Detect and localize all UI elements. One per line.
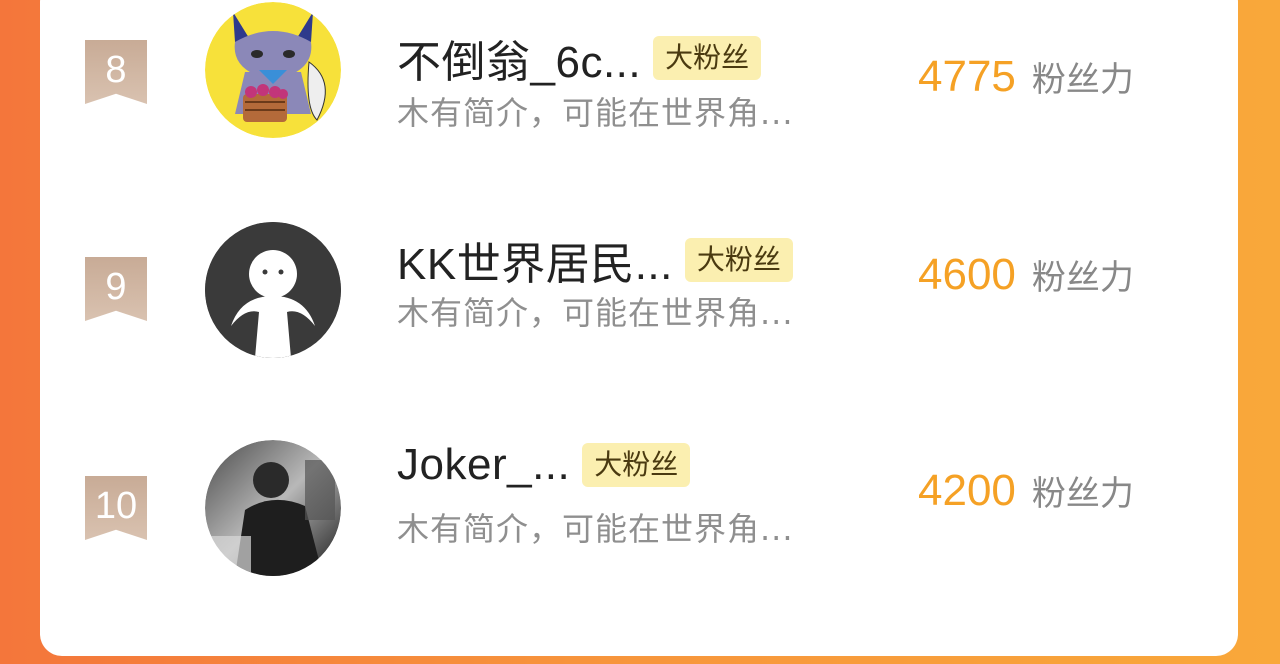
ranking-row[interactable]: 10 Joker_... 大粉丝 木有简介，可能在世界角... 4200 粉丝力 <box>40 436 1238 576</box>
fan-score-unit: 粉丝力 <box>1031 258 1134 298</box>
cartoon-cat-avatar-icon <box>205 2 341 138</box>
fan-level-badge: 大粉丝 <box>684 238 793 282</box>
fan-score: 4200 粉丝力 <box>918 466 1134 516</box>
user-bio: 木有简介，可能在世界角... <box>397 510 794 548</box>
user-avatar[interactable] <box>205 222 341 358</box>
ranking-row[interactable]: 8 不倒翁_6c... 大粉丝 木有简介，可能在世界角... 4775 粉丝力 <box>40 0 1238 140</box>
user-name-line: 不倒翁_6c... 大粉丝 <box>397 26 762 90</box>
ranking-row[interactable]: 9 KK世界居民... 大粉丝 木有简介，可能在世界角... 4600 粉丝力 <box>40 220 1238 360</box>
rank-badge: 9 <box>85 257 147 321</box>
fan-score-value: 4600 <box>918 250 1016 299</box>
fan-level-badge: 大粉丝 <box>653 36 762 80</box>
fan-score: 4600 粉丝力 <box>918 250 1134 300</box>
user-name[interactable]: Joker_... <box>397 440 570 490</box>
fan-score-value: 4200 <box>918 466 1016 515</box>
fan-score-unit: 粉丝力 <box>1031 474 1134 514</box>
user-name-line: KK世界居民... 大粉丝 <box>397 228 793 292</box>
fan-score-value: 4775 <box>918 52 1016 101</box>
rank-badge: 8 <box>85 40 147 104</box>
user-name[interactable]: KK世界居民... <box>397 228 673 292</box>
fan-level-badge: 大粉丝 <box>582 443 691 487</box>
rank-badge: 10 <box>85 476 147 540</box>
user-bio: 木有简介，可能在世界角... <box>397 294 794 332</box>
user-avatar[interactable] <box>205 440 341 576</box>
default-user-avatar-icon <box>205 222 341 358</box>
fan-score-unit: 粉丝力 <box>1031 60 1134 100</box>
user-avatar[interactable] <box>205 2 341 138</box>
fan-ranking-card: 8 不倒翁_6c... 大粉丝 木有简介，可能在世界角... 4775 粉丝力 … <box>40 0 1238 656</box>
user-name-line: Joker_... 大粉丝 <box>397 440 691 490</box>
photo-avatar-icon <box>205 440 341 576</box>
fan-score: 4775 粉丝力 <box>918 52 1134 102</box>
user-name[interactable]: 不倒翁_6c... <box>397 26 641 90</box>
user-bio: 木有简介，可能在世界角... <box>397 94 794 132</box>
